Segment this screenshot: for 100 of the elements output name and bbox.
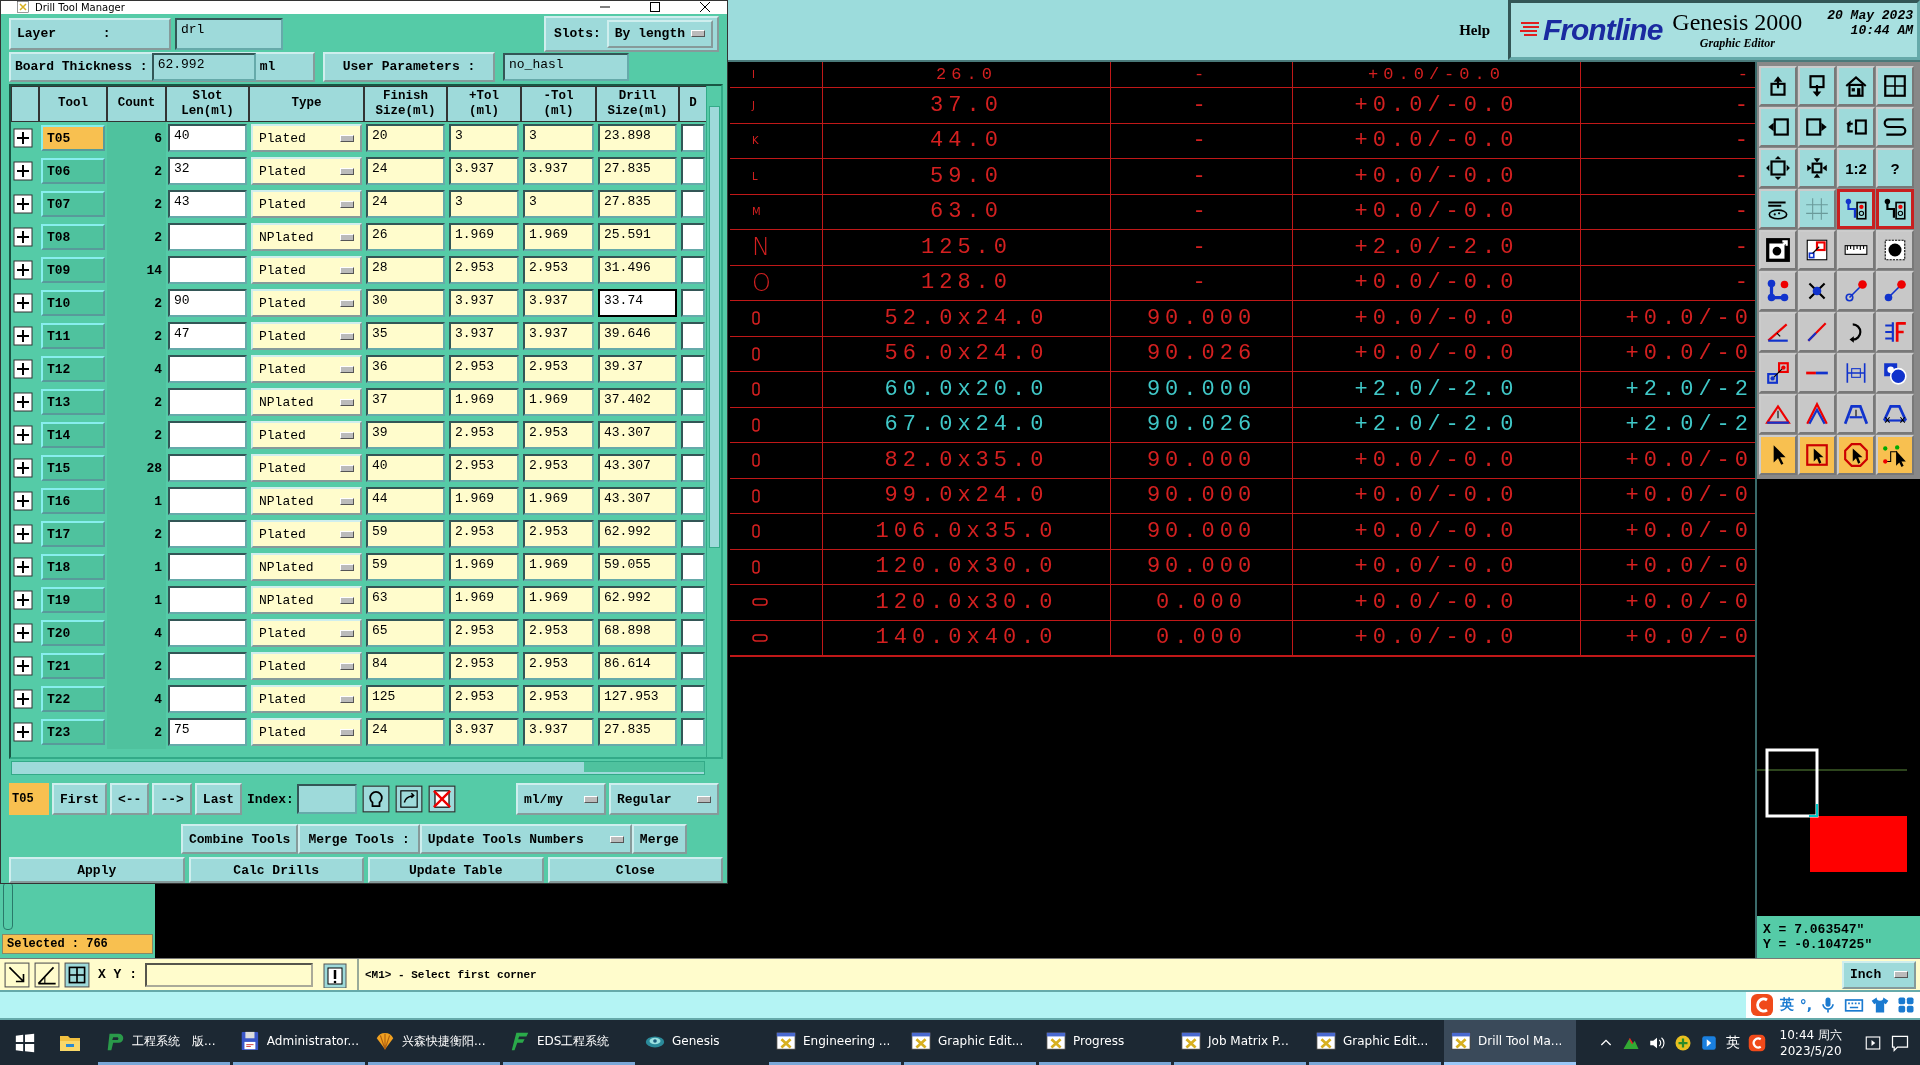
expand-icon[interactable] <box>13 293 33 314</box>
drill-size-field[interactable]: 37.402 <box>598 388 677 417</box>
slot-length-field[interactable]: 90 <box>168 289 247 318</box>
minus-tolerance-field[interactable]: 3.937 <box>523 718 594 747</box>
slot-length-field[interactable]: 40 <box>168 124 247 153</box>
type-dropdown[interactable]: Plated <box>251 421 362 450</box>
square-link-icon[interactable] <box>1765 360 1791 386</box>
minus-tolerance-field[interactable]: 2.953 <box>523 520 594 549</box>
layer-dots-icon[interactable] <box>1882 196 1908 222</box>
tool-cell[interactable]: T08 <box>41 224 105 251</box>
taskbar-app[interactable]: Engineering ... <box>769 1020 901 1065</box>
tool-cell[interactable]: T06 <box>41 158 105 185</box>
finish-size-field[interactable]: 65 <box>366 619 445 648</box>
expand-icon[interactable] <box>13 359 33 380</box>
ime-logo-icon[interactable] <box>1747 1033 1766 1052</box>
help-menu[interactable]: Help <box>1459 21 1490 39</box>
drill-size-field[interactable]: 68.898 <box>598 619 677 648</box>
drill-size-field[interactable]: 39.646 <box>598 322 677 351</box>
drill-size-field[interactable]: 33.74 <box>598 289 677 318</box>
tool-cell[interactable]: T19 <box>41 587 105 614</box>
finish-size-field[interactable]: 40 <box>366 454 445 483</box>
finish-size-field[interactable]: 39 <box>366 421 445 450</box>
plus-tolerance-field[interactable]: 2.953 <box>449 685 519 714</box>
plus-tolerance-field[interactable]: 1.969 <box>449 586 519 615</box>
slot-length-field[interactable]: 75 <box>168 718 247 747</box>
drill-size-field[interactable]: 25.591 <box>598 223 677 252</box>
finish-size-field[interactable]: 30 <box>366 289 445 318</box>
minus-tolerance-field[interactable]: 2.953 <box>523 454 594 483</box>
column-header[interactable]: Type <box>249 86 364 122</box>
home-icon[interactable] <box>1843 73 1869 99</box>
dot-connector-icon[interactable] <box>1843 278 1869 304</box>
type-dropdown[interactable]: NPlated <box>251 553 362 582</box>
plus-tolerance-field[interactable]: 2.953 <box>449 619 519 648</box>
input-field[interactable] <box>681 190 705 219</box>
zoom-ratio-button[interactable]: 1:2 <box>1837 148 1875 188</box>
expand-icon[interactable] <box>13 392 33 413</box>
plus-tolerance-field[interactable]: 1.969 <box>449 388 519 417</box>
units-dropdown[interactable]: Inch <box>1842 960 1916 989</box>
input-field[interactable] <box>681 124 705 153</box>
shrink-arrows-icon[interactable] <box>1804 155 1830 181</box>
tool-cell[interactable]: T05 <box>41 125 105 152</box>
taskbar-app[interactable]: Drill Tool Ma... <box>1444 1020 1576 1065</box>
input-field[interactable] <box>681 685 705 714</box>
slots-dropdown[interactable]: By length <box>606 20 713 48</box>
input-field[interactable] <box>681 718 705 747</box>
type-dropdown[interactable]: Plated <box>251 718 362 747</box>
expand-icon[interactable] <box>13 458 33 479</box>
type-dropdown[interactable]: Plated <box>251 685 362 714</box>
merge-mode-dropdown[interactable]: Update Tools Numbers <box>419 824 632 854</box>
peak-arrow-icon[interactable] <box>1804 401 1830 427</box>
user-parameters-field[interactable]: no_hasl <box>503 53 629 81</box>
plus-tolerance-field[interactable]: 2.953 <box>449 256 519 285</box>
expand-icon[interactable] <box>13 557 33 578</box>
window-panes-icon[interactable] <box>1882 73 1908 99</box>
dot-connector-icon[interactable] <box>1882 278 1908 304</box>
expand-icon[interactable] <box>13 260 33 281</box>
plus-tolerance-field[interactable]: 3.937 <box>449 289 519 318</box>
plus-tolerance-field[interactable]: 2.953 <box>449 454 519 483</box>
ime-mode[interactable]: 英 <box>1779 996 1794 1014</box>
taskbar-app[interactable]: Graphic Edit... <box>904 1020 1036 1065</box>
index-field[interactable] <box>296 784 357 815</box>
minus-tolerance-field[interactable]: 2.953 <box>523 355 594 384</box>
minus-tolerance-field[interactable]: 1.969 <box>523 553 594 582</box>
clock[interactable]: 10:44 周六 2023/5/20 <box>1779 1027 1842 1058</box>
minus-tolerance-field[interactable]: 2.953 <box>523 685 594 714</box>
type-dropdown[interactable]: Plated <box>251 322 362 351</box>
finish-size-field[interactable]: 44 <box>366 487 445 516</box>
column-header[interactable]: Slot Len(ml) <box>166 86 249 122</box>
maximize-icon[interactable] <box>649 1 661 14</box>
drill-size-field[interactable]: 31.496 <box>598 256 677 285</box>
finish-size-field[interactable]: 63 <box>366 586 445 615</box>
taskbar-app[interactable]: Progress <box>1039 1020 1171 1065</box>
slot-length-field[interactable] <box>168 388 247 417</box>
navigation-button[interactable]: <-- <box>110 783 150 816</box>
input-field[interactable] <box>681 652 705 681</box>
expand-icon[interactable] <box>13 326 33 347</box>
taskbar-app[interactable]: 兴森快捷衡阳... <box>368 1020 500 1065</box>
tool-cell[interactable]: T14 <box>41 422 105 449</box>
type-dropdown[interactable]: Plated <box>251 454 362 483</box>
expand-icon[interactable] <box>13 689 33 710</box>
units-dropdown[interactable]: ml/my <box>516 783 606 816</box>
pointer-box-icon[interactable] <box>1804 442 1830 468</box>
taskbar-app[interactable]: Job Matrix P... <box>1174 1020 1306 1065</box>
drill-size-field[interactable]: 27.835 <box>598 718 677 747</box>
tool-cell[interactable]: T20 <box>41 620 105 647</box>
expand-icon[interactable] <box>13 722 33 743</box>
finish-size-field[interactable]: 24 <box>366 718 445 747</box>
exclamation-icon[interactable] <box>323 961 347 988</box>
slot-length-field[interactable] <box>168 223 247 252</box>
drill-size-field[interactable]: 43.307 <box>598 454 677 483</box>
finish-size-field[interactable]: 26 <box>366 223 445 252</box>
minus-tolerance-field[interactable]: 2.953 <box>523 256 594 285</box>
slot-length-field[interactable] <box>168 355 247 384</box>
plus-tolerance-field[interactable]: 1.969 <box>449 487 519 516</box>
finish-size-field[interactable]: 24 <box>366 157 445 186</box>
input-field[interactable] <box>681 586 705 615</box>
drill-size-field[interactable]: 39.37 <box>598 355 677 384</box>
drill-size-field[interactable]: 127.953 <box>598 685 677 714</box>
expand-icon[interactable] <box>13 491 33 512</box>
column-header[interactable]: Finish Size(ml) <box>364 86 447 122</box>
